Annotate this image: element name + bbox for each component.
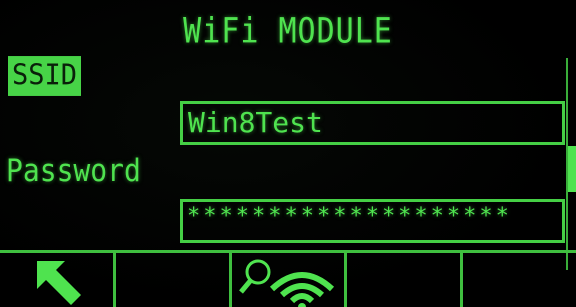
softkey-bar: [0, 250, 576, 307]
softkey-wifi-search[interactable]: [232, 253, 348, 307]
softkey-back[interactable]: [0, 253, 116, 307]
wifi-module-screen: WiFi MODULE SSID Win8Test Password *****…: [0, 0, 576, 307]
softkey-5[interactable]: [463, 253, 576, 307]
scrollbar-thumb[interactable]: [568, 146, 576, 192]
scrollbar[interactable]: [566, 58, 576, 270]
page-title: WiFi MODULE: [183, 11, 393, 52]
back-arrow-icon: [37, 260, 82, 305]
password-field[interactable]: ********************: [180, 199, 565, 243]
ssid-field[interactable]: Win8Test: [180, 101, 565, 145]
wifi-search-icon: [239, 259, 335, 307]
ssid-label[interactable]: SSID: [8, 56, 82, 96]
softkey-2[interactable]: [116, 253, 232, 307]
softkey-4[interactable]: [347, 253, 464, 307]
password-label[interactable]: Password: [6, 152, 141, 188]
